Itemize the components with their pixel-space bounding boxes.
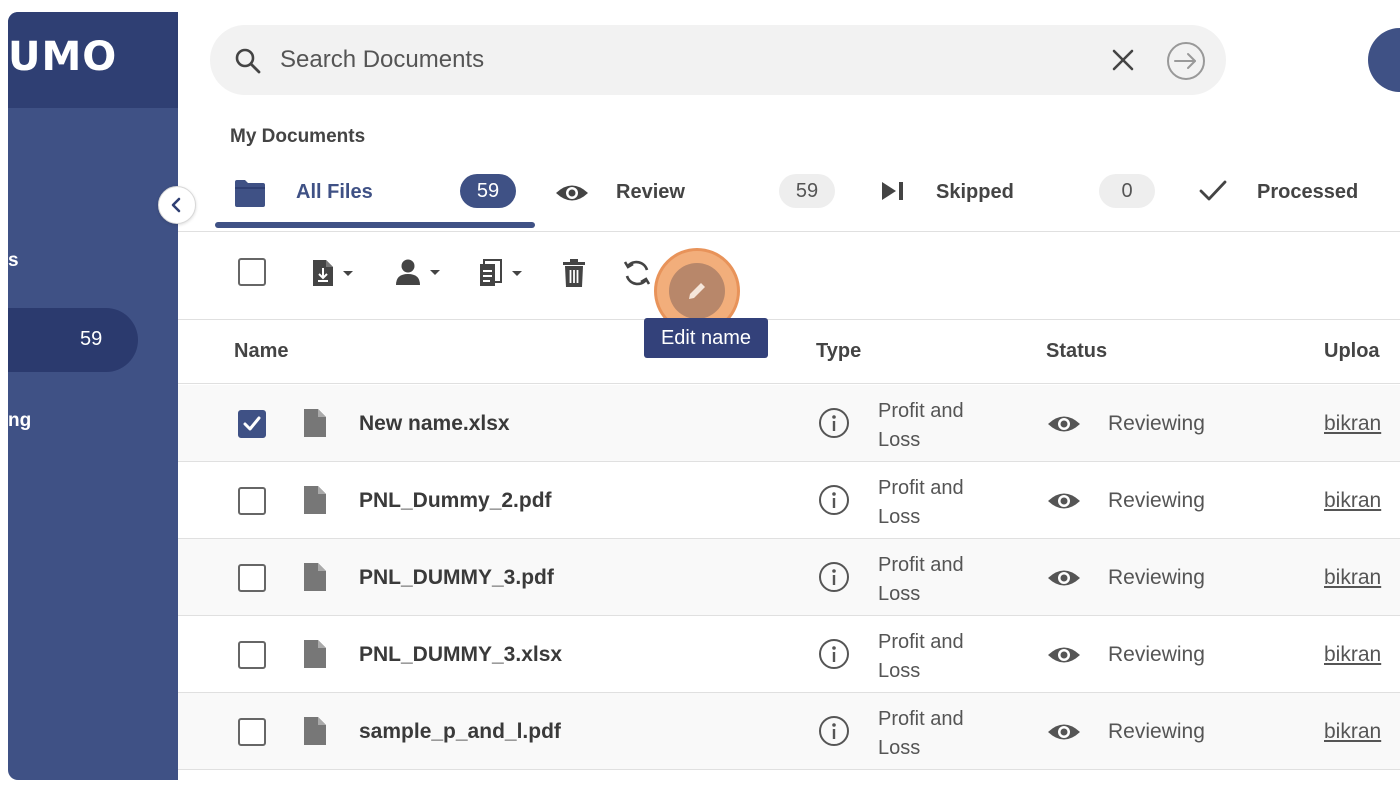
file-icon: [304, 409, 326, 437]
sidebar-item-active[interactable]: [8, 308, 138, 372]
check-icon: [1199, 180, 1227, 201]
table-row[interactable]: PNL_DUMMY_3.xlsx Profit and Loss Reviewing…: [178, 616, 1400, 693]
uploader-link[interactable]: bikran: [1324, 566, 1381, 590]
column-header-uploader[interactable]: Uploa: [1324, 340, 1380, 363]
uploader-link[interactable]: bikran: [1324, 412, 1381, 436]
toolbar: [178, 232, 1400, 320]
uploader-link[interactable]: bikran: [1324, 489, 1381, 513]
search-input[interactable]: [280, 45, 1080, 75]
table-header: Name Type Status Uploa: [178, 320, 1400, 384]
document-icon: [480, 259, 502, 286]
file-icon: [304, 486, 326, 514]
search-icon[interactable]: [234, 47, 262, 75]
tab-skipped-count: 0: [1099, 174, 1155, 208]
eye-icon: [1048, 416, 1080, 432]
info-icon[interactable]: [818, 407, 850, 439]
document-type: Profit and Loss: [878, 631, 964, 682]
row-checkbox[interactable]: [238, 487, 266, 515]
collapse-sidebar-button[interactable]: [158, 186, 196, 224]
download-icon: [313, 260, 333, 286]
sidebar-header: UMO: [8, 12, 178, 108]
eye-icon: [1048, 647, 1080, 663]
close-icon[interactable]: [1110, 47, 1136, 73]
file-name[interactable]: PNL_DUMMY_3.xlsx: [359, 643, 562, 667]
app-window: UMO s 59 ng My Documents All Files 59 Re…: [8, 12, 1400, 780]
download-menu-button[interactable]: [311, 258, 355, 288]
logo: UMO: [8, 34, 118, 80]
row-checkbox[interactable]: [238, 410, 266, 438]
table-row[interactable]: PNL_DUMMY_3.pdf Profit and Loss Reviewing b…: [178, 539, 1400, 616]
document-type-menu-button[interactable]: [478, 258, 524, 288]
assign-user-menu-button[interactable]: [394, 258, 442, 286]
document-type: Profit and Loss: [878, 400, 964, 451]
delete-button[interactable]: [562, 258, 586, 288]
tab-all-files-count: 59: [460, 174, 516, 208]
info-icon[interactable]: [818, 638, 850, 670]
info-icon[interactable]: [818, 484, 850, 516]
file-name[interactable]: New name.xlsx: [359, 412, 510, 436]
refresh-icon: [623, 260, 651, 286]
document-type: Profit and Loss: [878, 708, 964, 759]
folder-icon: [235, 180, 265, 207]
uploader-link[interactable]: bikran: [1324, 643, 1381, 667]
eye-icon: [1048, 724, 1080, 740]
user-icon: [396, 259, 420, 285]
edit-name-tooltip: Edit name: [644, 318, 768, 358]
select-all-checkbox[interactable]: [238, 258, 266, 286]
status-label: Reviewing: [1108, 489, 1205, 512]
sidebar-item-label[interactable]: s: [8, 250, 19, 272]
active-tab-indicator: [215, 222, 535, 228]
trash-icon: [563, 259, 585, 287]
page-title: My Documents: [230, 126, 366, 147]
tab-skipped[interactable]: Skipped: [936, 181, 1014, 204]
column-header-status[interactable]: Status: [1046, 340, 1107, 363]
refresh-button[interactable]: [622, 258, 652, 288]
tab-all-files[interactable]: All Files: [296, 181, 373, 204]
eye-icon: [1048, 570, 1080, 586]
tab-processed[interactable]: Processed: [1257, 181, 1358, 204]
avatar[interactable]: [1368, 28, 1400, 92]
table-row[interactable]: New name.xlsx Profit and Loss Reviewing bik…: [178, 385, 1400, 462]
file-icon: [304, 717, 326, 745]
status-label: Reviewing: [1108, 720, 1205, 743]
status-label: Reviewing: [1108, 566, 1205, 589]
enter-icon[interactable]: [1165, 40, 1207, 82]
caret-down-icon: [512, 271, 522, 276]
table-row[interactable]: PNL_Dummy_2.pdf Profit and Loss Reviewing b…: [178, 462, 1400, 539]
sidebar-item-count: 59: [80, 328, 103, 350]
skip-icon: [882, 182, 903, 200]
row-checkbox[interactable]: [238, 564, 266, 592]
table-row[interactable]: sample_p_and_l.pdf Profit and Loss Reviewi…: [178, 693, 1400, 770]
file-name[interactable]: PNL_Dummy_2.pdf: [359, 489, 552, 513]
top-bar: [178, 12, 1400, 108]
file-icon: [304, 563, 326, 591]
sidebar-item-label-2[interactable]: ng: [8, 410, 31, 432]
search-bar: [210, 25, 1226, 95]
file-name[interactable]: PNL_DUMMY_3.pdf: [359, 566, 554, 590]
info-icon[interactable]: [818, 715, 850, 747]
column-header-type[interactable]: Type: [816, 340, 861, 363]
eye-icon: [556, 185, 588, 201]
main-content: My Documents All Files 59 Review 59 Skip…: [178, 108, 1400, 780]
caret-down-icon: [343, 271, 353, 276]
file-name[interactable]: sample_p_and_l.pdf: [359, 720, 561, 744]
tab-review-count: 59: [779, 174, 835, 208]
pencil-icon: [689, 283, 705, 299]
info-icon[interactable]: [818, 561, 850, 593]
row-checkbox[interactable]: [238, 718, 266, 746]
tab-review[interactable]: Review: [616, 181, 685, 204]
chevron-left-icon: [171, 197, 181, 213]
caret-down-icon: [430, 270, 440, 275]
check-icon: [243, 416, 261, 431]
document-type: Profit and Loss: [878, 477, 964, 528]
row-checkbox[interactable]: [238, 641, 266, 669]
sidebar: UMO s 59 ng: [8, 12, 178, 780]
document-type: Profit and Loss: [878, 554, 964, 605]
column-header-name[interactable]: Name: [234, 340, 288, 363]
uploader-link[interactable]: bikran: [1324, 720, 1381, 744]
file-icon: [304, 640, 326, 668]
eye-icon: [1048, 493, 1080, 509]
status-label: Reviewing: [1108, 643, 1205, 666]
status-label: Reviewing: [1108, 412, 1205, 435]
